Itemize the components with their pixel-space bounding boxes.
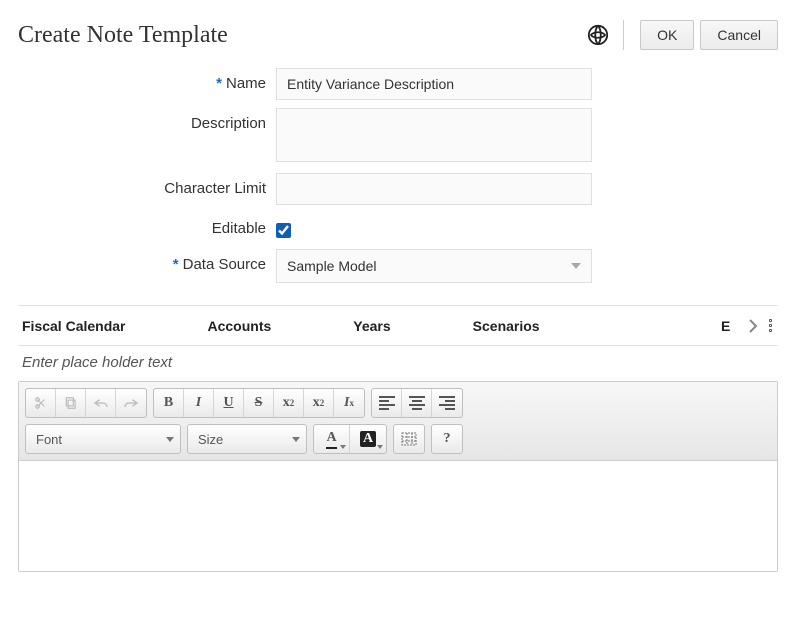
size-combo-label: Size	[198, 432, 223, 447]
bg-color-button[interactable]: A	[350, 425, 386, 453]
align-right-button[interactable]	[432, 389, 462, 417]
editor-body[interactable]	[19, 461, 777, 571]
data-source-label: *Data Source	[18, 249, 276, 273]
column-options-icon[interactable]	[767, 315, 774, 336]
char-limit-input[interactable]	[276, 173, 592, 205]
required-asterisk: *	[216, 75, 222, 92]
dimension-bar: Fiscal Calendar Accounts Years Scenarios…	[18, 305, 778, 346]
font-combo-label: Font	[36, 432, 62, 447]
size-combo[interactable]: Size	[187, 424, 307, 454]
description-label: Description	[18, 108, 276, 132]
description-input[interactable]	[276, 108, 592, 162]
bold-button[interactable]: B	[154, 389, 184, 417]
subscript-button[interactable]: x2	[274, 389, 304, 417]
chevron-down-icon	[292, 437, 300, 442]
undo-button[interactable]	[86, 389, 116, 417]
chevron-down-icon	[571, 263, 581, 269]
header-divider	[623, 20, 624, 50]
editor-help-button[interactable]: ?	[432, 425, 462, 453]
dim-fiscal-calendar[interactable]: Fiscal Calendar	[22, 318, 126, 334]
char-limit-label: Character Limit	[18, 173, 276, 197]
form: *Name Description Character Limit Editab…	[18, 68, 778, 283]
redo-button[interactable]	[116, 389, 146, 417]
insert-table-button[interactable]	[394, 425, 424, 453]
data-source-select[interactable]: Sample Model	[276, 249, 592, 283]
superscript-button[interactable]: x2	[304, 389, 334, 417]
clear-format-button[interactable]: Ix	[334, 389, 364, 417]
align-group	[371, 388, 463, 418]
dim-years[interactable]: Years	[353, 318, 390, 334]
placeholder-hint: Enter place holder text	[18, 346, 778, 381]
data-source-value: Sample Model	[287, 258, 377, 274]
dim-accounts[interactable]: Accounts	[208, 318, 272, 334]
strikethrough-button[interactable]: S	[244, 389, 274, 417]
insert-group	[393, 424, 425, 454]
color-group: A A	[313, 424, 387, 454]
dim-next-item[interactable]: E	[721, 318, 735, 334]
copy-button[interactable]	[56, 389, 86, 417]
editable-checkbox[interactable]	[276, 223, 291, 238]
ok-button[interactable]: OK	[640, 20, 694, 50]
align-center-button[interactable]	[402, 389, 432, 417]
chevron-right-icon[interactable]	[747, 318, 759, 334]
cut-button[interactable]	[26, 389, 56, 417]
rich-text-editor: B I U S x2 x2 Ix Font Size	[18, 381, 778, 572]
text-color-button[interactable]: A	[314, 425, 350, 453]
name-label: *Name	[18, 68, 276, 92]
dim-scenarios[interactable]: Scenarios	[473, 318, 540, 334]
help-group: ?	[431, 424, 463, 454]
page-title: Create Note Template	[18, 22, 587, 49]
editable-label: Editable	[18, 213, 276, 237]
underline-button[interactable]: U	[214, 389, 244, 417]
help-icon[interactable]	[587, 24, 609, 46]
chevron-down-icon	[166, 437, 174, 442]
font-combo[interactable]: Font	[25, 424, 181, 454]
italic-button[interactable]: I	[184, 389, 214, 417]
name-input[interactable]	[276, 68, 592, 100]
cancel-button[interactable]: Cancel	[700, 20, 778, 50]
required-asterisk: *	[173, 256, 179, 273]
editor-toolbar: B I U S x2 x2 Ix Font Size	[19, 382, 777, 461]
clipboard-group	[25, 388, 147, 418]
align-left-button[interactable]	[372, 389, 402, 417]
format-group: B I U S x2 x2 Ix	[153, 388, 365, 418]
